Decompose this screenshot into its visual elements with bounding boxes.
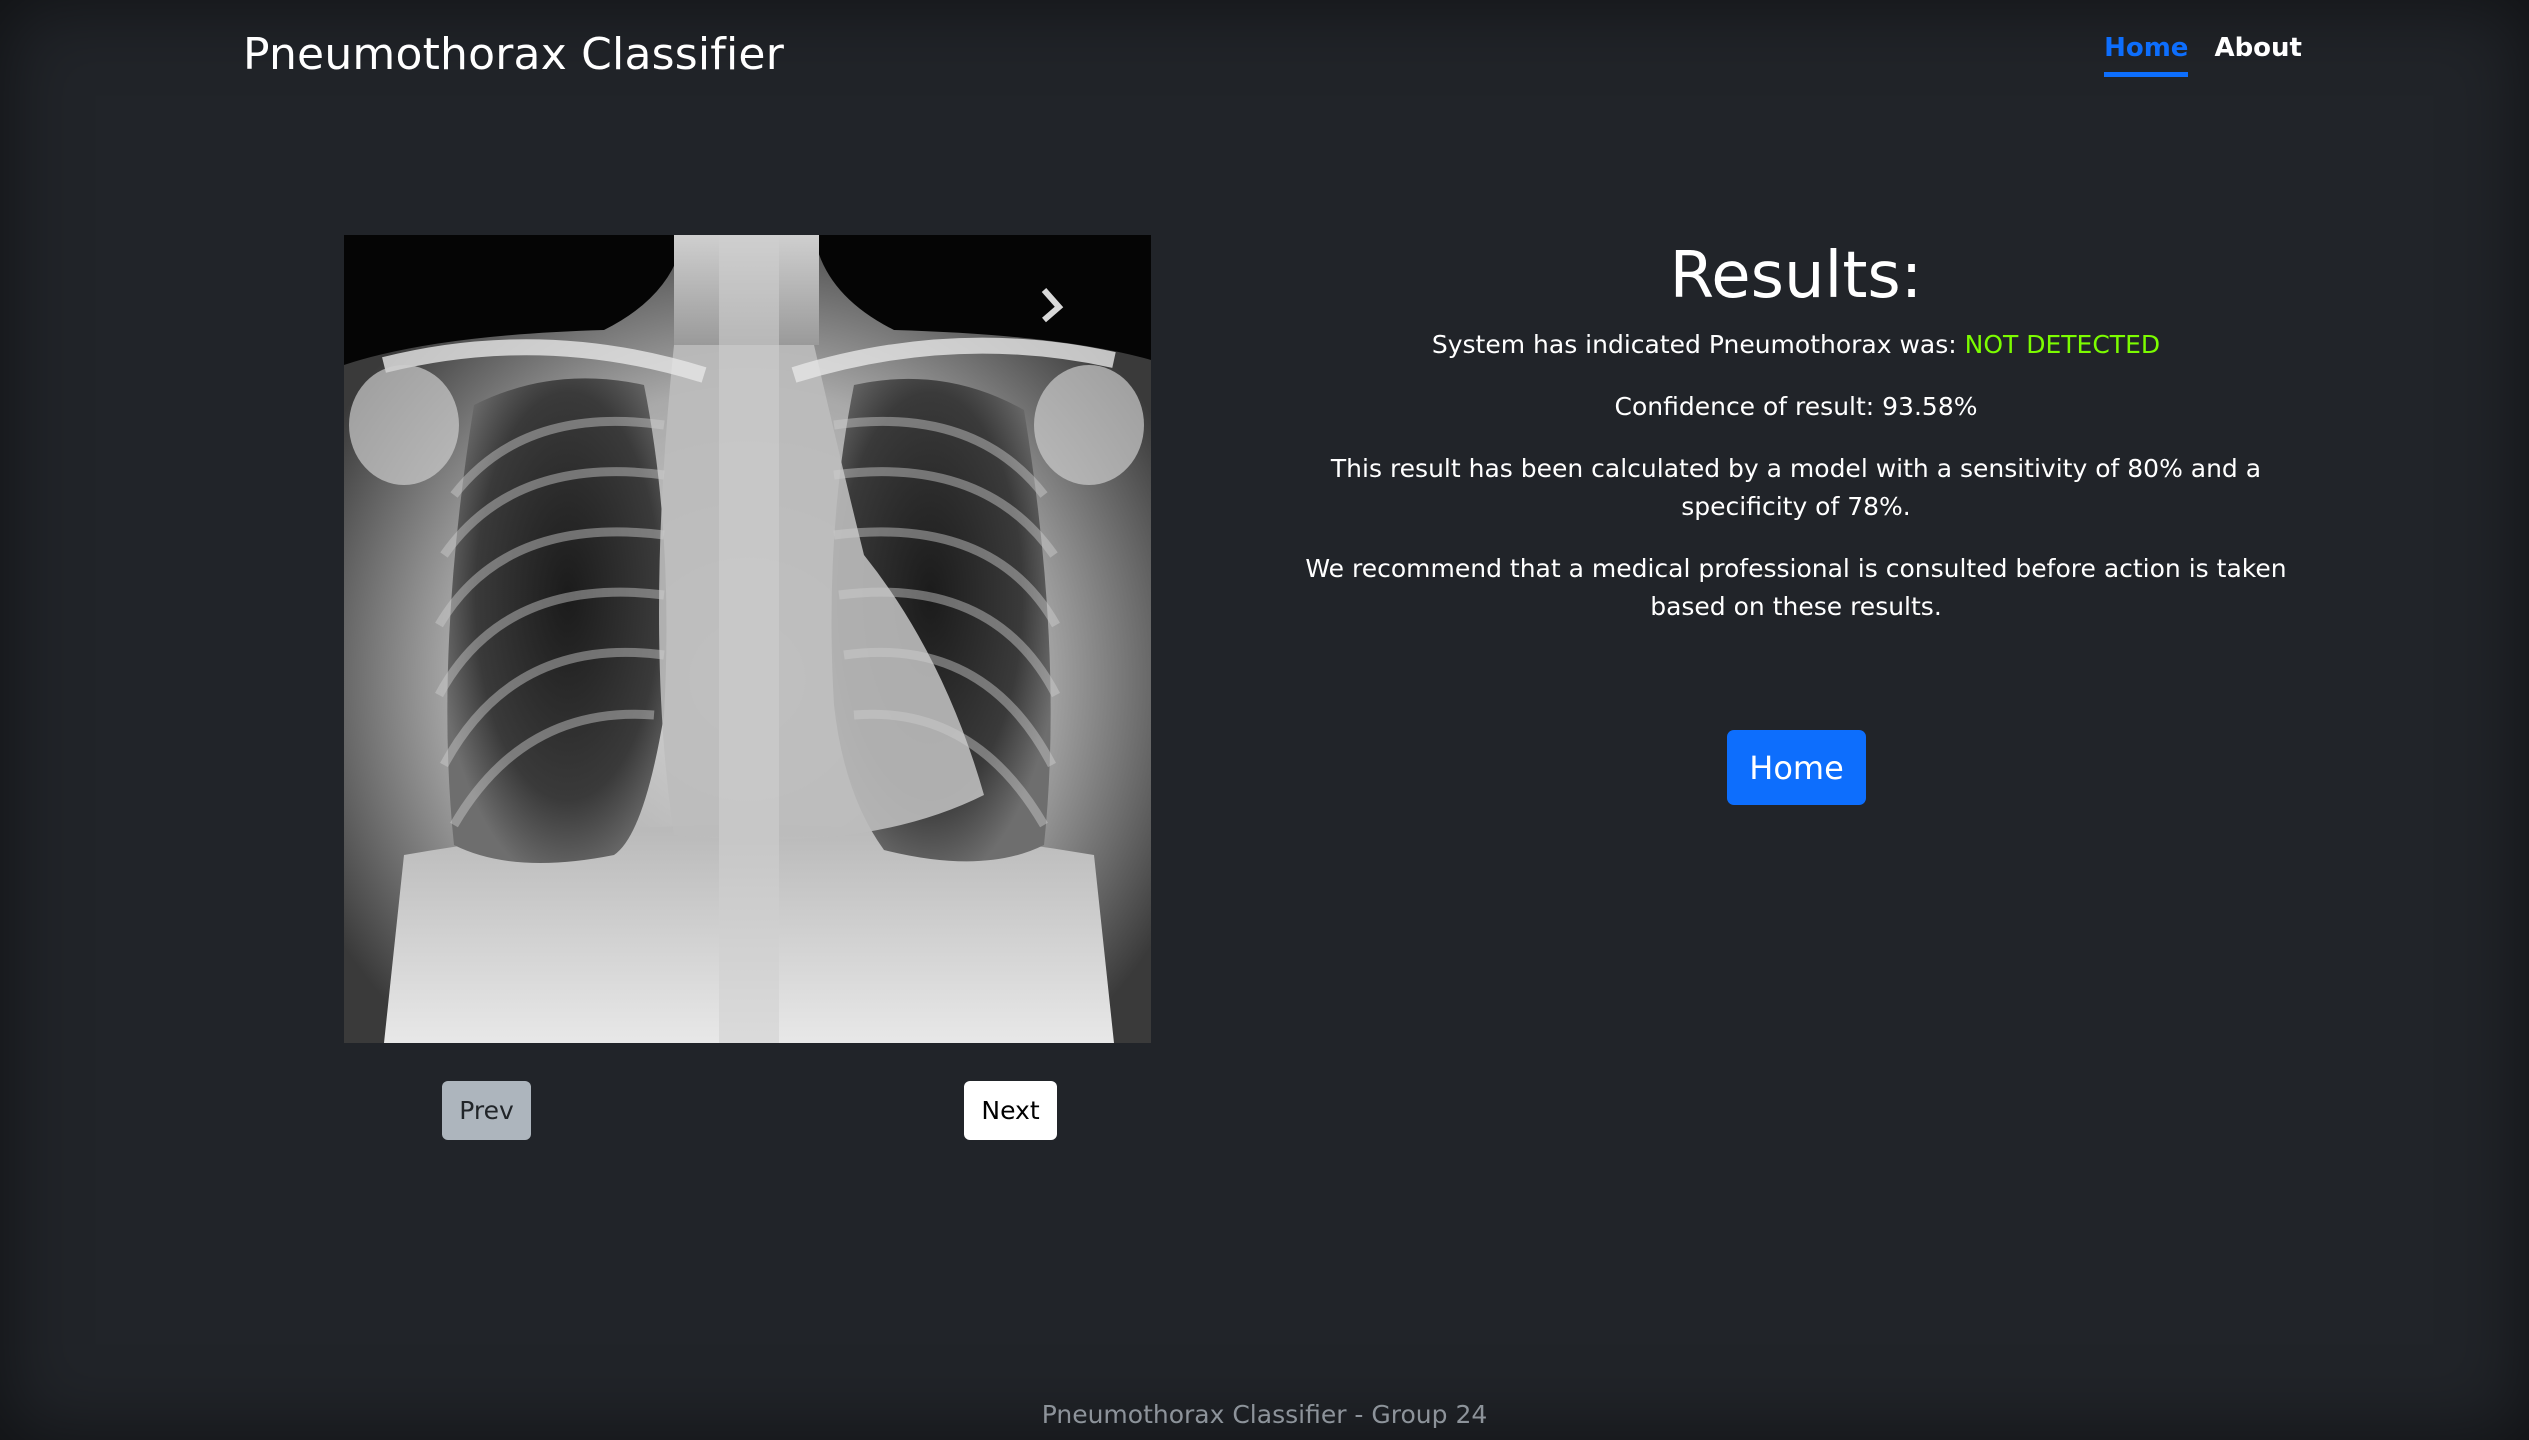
model-note-text: This result has been calculated by a mod…: [1330, 454, 2262, 521]
top-nav: Home About: [2104, 30, 2302, 77]
indication-text: System has indicated Pneumothorax was: N…: [1290, 326, 2302, 364]
nav-about[interactable]: About: [2214, 30, 2302, 77]
footer-text: Pneumothorax Classifier - Group 24: [1041, 1400, 1488, 1429]
brand-title[interactable]: Pneumothorax Classifier: [243, 24, 784, 86]
prev-button[interactable]: Prev: [442, 1081, 531, 1140]
next-button[interactable]: Next: [964, 1081, 1057, 1140]
confidence-text: Confidence of result: 93.58%: [1614, 392, 1978, 421]
results-panel: Results: System has indicated Pneumothor…: [1290, 228, 2302, 650]
results-heading: Results:: [1669, 239, 1923, 313]
home-button[interactable]: Home: [1727, 730, 1866, 805]
indication-prefix: System has indicated Pneumothorax was:: [1431, 330, 1965, 359]
xray-image: [344, 235, 1151, 1043]
recommendation-text: We recommend that a medical professional…: [1305, 554, 2287, 621]
nav-home[interactable]: Home: [2104, 30, 2189, 77]
status-value: NOT DETECTED: [1964, 330, 2161, 359]
